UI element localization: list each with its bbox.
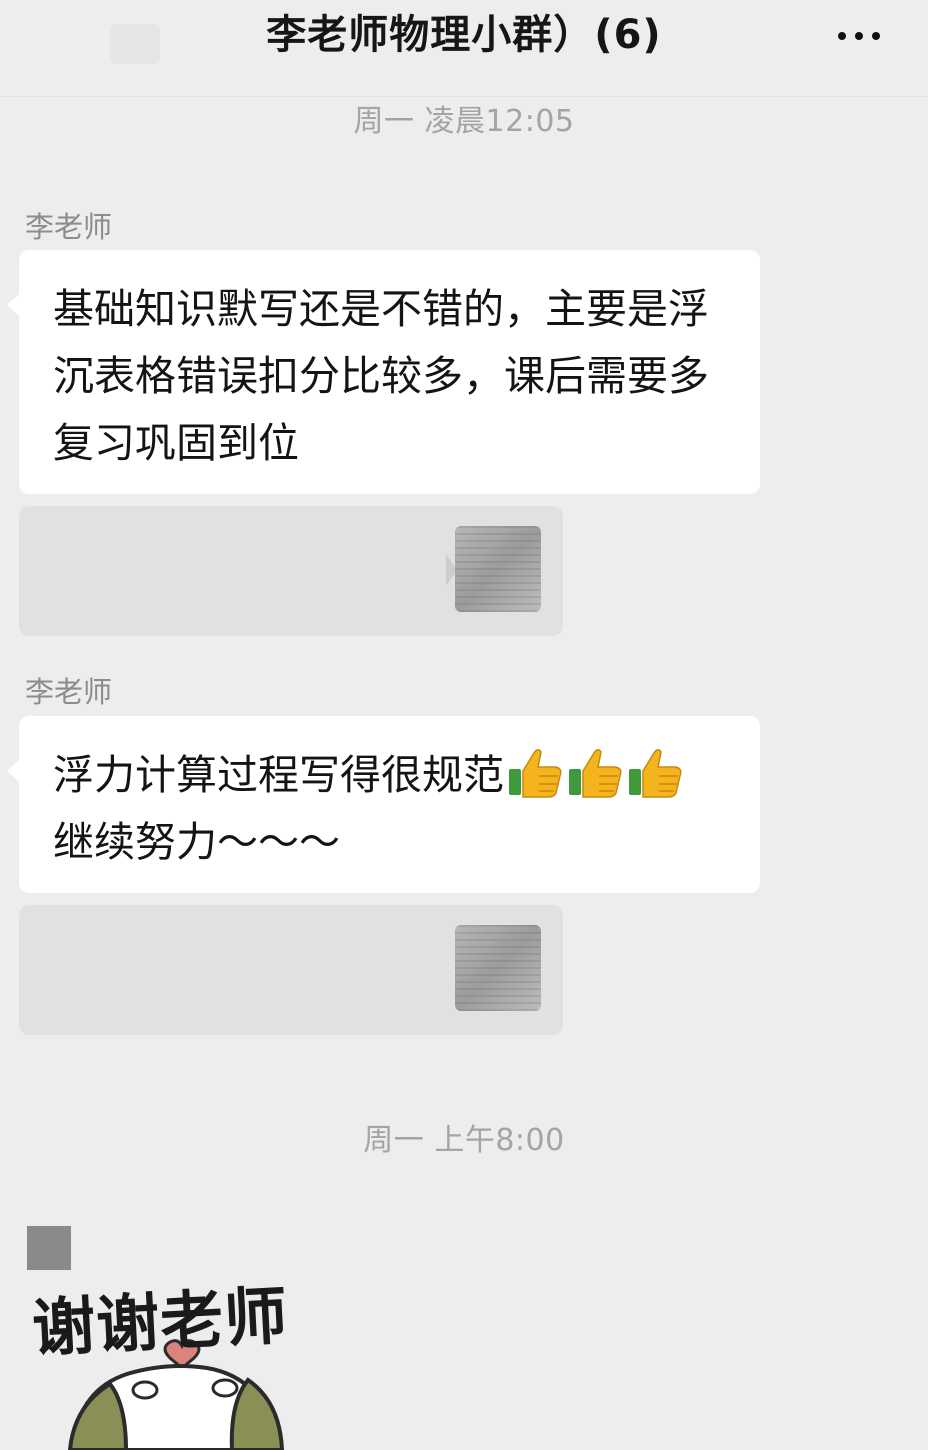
thumbs-up-icon (569, 749, 622, 798)
homework-photo-thumbnail[interactable] (455, 526, 541, 612)
thumbs-up-icon (509, 749, 562, 798)
timestamp: 周一 上午8:00 (363, 1123, 565, 1158)
sticker-message[interactable]: 谢谢老师 (20, 1258, 360, 1450)
message-bubble[interactable]: 浮力计算过程写得很规范 继续努力～～～ (7, 716, 760, 893)
sender-name: 李老师 (25, 210, 113, 244)
chat-header: 李老师物理小群）(6) (0, 0, 928, 97)
timestamp: 周一 凌晨12:05 (353, 104, 575, 139)
homework-photo-thumbnail[interactable] (455, 925, 541, 1011)
message-text: 浮力计算过程写得很规范 (53, 751, 504, 799)
image-message-card[interactable] (19, 506, 563, 636)
image-message-card[interactable] (19, 905, 563, 1035)
message-text: 基础知识默写还是不错的，主要是浮沉表格错误扣分比较多，课后需要多复习巩固到位 (53, 285, 709, 467)
sender-name: 李老师 (25, 675, 113, 709)
more-dots-icon[interactable] (838, 24, 880, 48)
message-text-line2: 继续努力～～～ (53, 818, 340, 866)
thumbs-up-icon (629, 749, 682, 798)
sticker-text: 谢谢老师 (30, 1279, 290, 1366)
chat-title[interactable]: 李老师物理小群）(6) (0, 8, 928, 62)
message-bubble[interactable]: 基础知识默写还是不错的，主要是浮沉表格错误扣分比较多，课后需要多复习巩固到位 (7, 250, 760, 494)
